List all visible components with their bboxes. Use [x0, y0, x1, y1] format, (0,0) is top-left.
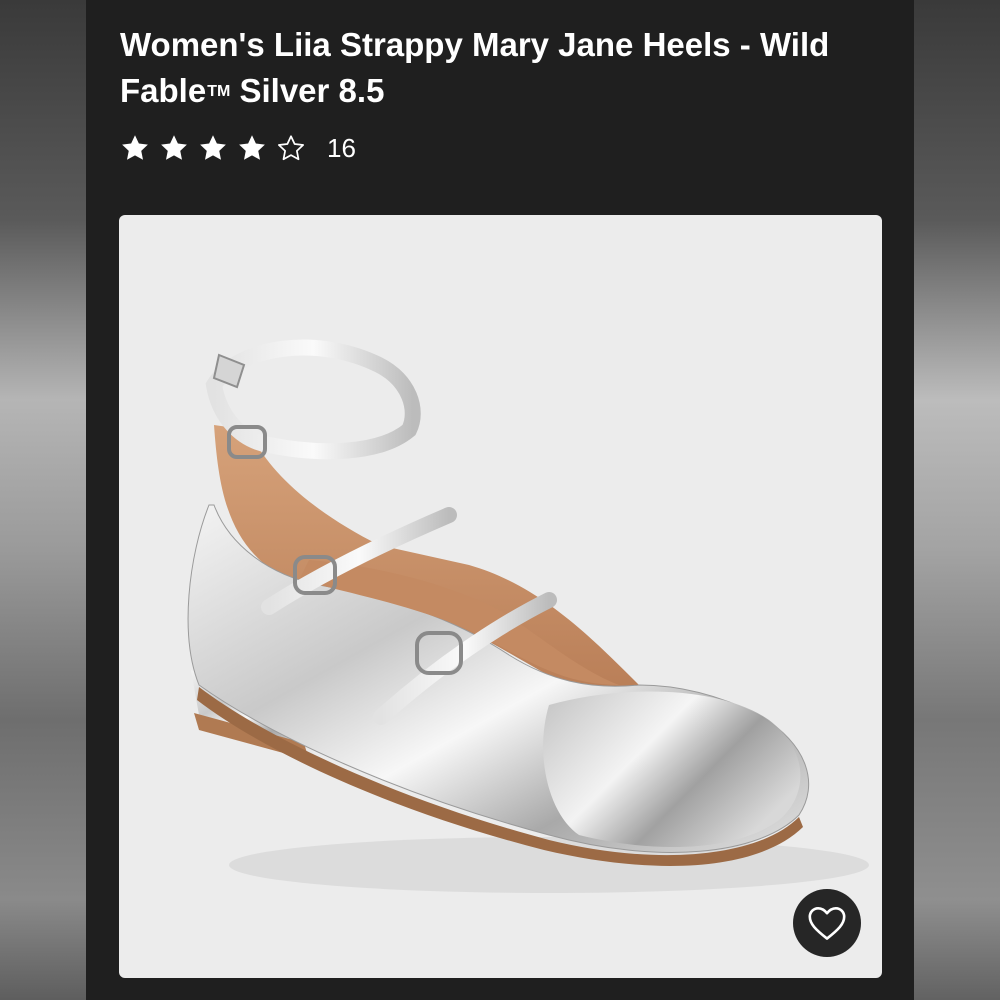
- shoe-product-image: [187, 339, 869, 893]
- favorite-button[interactable]: [793, 889, 861, 957]
- product-screen: Women's Liia Strappy Mary Jane Heels - W…: [86, 0, 914, 1000]
- star-icon: [122, 135, 148, 160]
- star-icon: [200, 135, 226, 160]
- product-title: Women's Liia Strappy Mary Jane Heels - W…: [120, 22, 880, 115]
- product-title-suffix: Silver 8.5: [230, 72, 385, 109]
- heart-icon: [808, 906, 846, 940]
- right-blur-gutter: [914, 0, 1000, 1000]
- product-image-card[interactable]: [119, 215, 882, 978]
- star-outline-icon: [278, 135, 304, 161]
- rating-row[interactable]: 16: [120, 130, 356, 166]
- star-icon: [161, 135, 187, 160]
- left-blur-gutter: [0, 0, 86, 1000]
- star-icon: [239, 135, 265, 160]
- review-count[interactable]: 16: [327, 133, 356, 164]
- trademark-symbol: TM: [207, 83, 231, 100]
